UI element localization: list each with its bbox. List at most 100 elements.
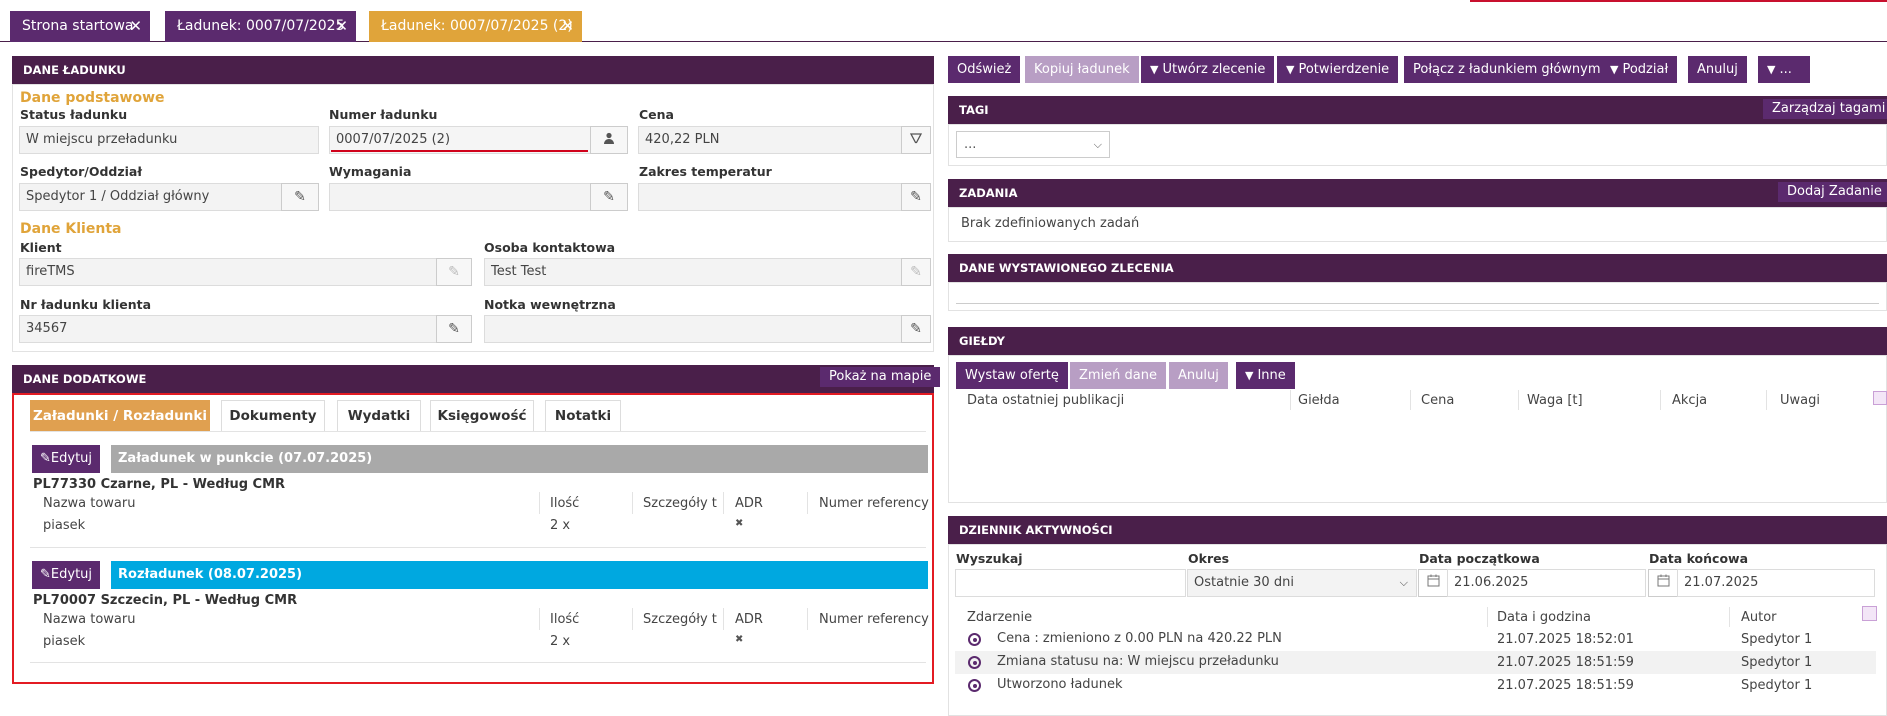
edit-icon: ✎ xyxy=(901,258,931,286)
tab-home[interactable]: Strona startowa ✕ xyxy=(10,11,150,42)
column-separator xyxy=(807,608,808,630)
period-select[interactable]: Ostatnie 30 dni ⌵ xyxy=(1187,569,1417,597)
contact-field: Test Test xyxy=(484,258,903,286)
adr-no-icon: ✖ xyxy=(735,518,744,529)
quantity: 2 x xyxy=(550,634,571,649)
bullet-icon xyxy=(968,633,981,646)
close-icon[interactable]: ✕ xyxy=(129,11,142,42)
bullet-icon xyxy=(968,656,981,669)
close-icon[interactable]: ✕ xyxy=(561,11,574,42)
log-author: Spedytor 1 xyxy=(1741,655,1813,670)
cancel-button[interactable]: Anuluj xyxy=(1688,56,1747,83)
merge-button[interactable]: Połącz z ładunkiem głównym xyxy=(1404,56,1610,83)
unloading-address: PL70007 Szczecin, PL - Według CMR xyxy=(33,593,298,608)
manage-tags-button[interactable]: Zarządzaj tagami xyxy=(1763,99,1887,119)
section-header-tasks: ZADANIA xyxy=(948,179,1887,207)
issued-order-line xyxy=(956,303,1879,304)
column-separator xyxy=(723,608,724,630)
tab-load-2-active[interactable]: Ładunek: 0007/07/2025 (2) ✕ xyxy=(369,11,582,42)
edit-icon[interactable]: ✎ xyxy=(436,315,472,343)
change-data-button: Zmień dane xyxy=(1070,362,1167,389)
create-order-label: Utwórz zlecenie xyxy=(1162,62,1266,77)
edit-icon[interactable]: ✎ xyxy=(590,183,628,211)
status-label: Status ładunku xyxy=(20,107,128,122)
period-label: Okres xyxy=(1188,551,1230,566)
log-author: Spedytor 1 xyxy=(1741,678,1813,693)
status-field: W miejscu przeładunku xyxy=(19,126,319,154)
settings-icon[interactable] xyxy=(1862,606,1877,621)
calendar-icon[interactable] xyxy=(1648,569,1678,597)
col-quantity: Ilość xyxy=(550,496,580,511)
start-date-input[interactable]: 21.06.2025 xyxy=(1447,569,1646,597)
column-separator xyxy=(632,608,633,630)
filter-icon[interactable] xyxy=(901,126,931,154)
person-icon[interactable] xyxy=(590,126,628,154)
edit-icon[interactable]: ✎ xyxy=(281,183,319,211)
client-field: fireTMS xyxy=(19,258,437,286)
confirmation-label: Potwierdzenie xyxy=(1298,62,1390,77)
calendar-icon[interactable] xyxy=(1418,569,1448,597)
tab-loadings[interactable]: Załadunki / Rozładunki xyxy=(30,400,210,432)
tab-label: Ładunek: 0007/07/2025 (2) xyxy=(381,18,573,34)
edit-icon[interactable]: ✎ xyxy=(901,183,931,211)
search-input[interactable] xyxy=(955,569,1186,597)
edit-stop-button[interactable]: ✎Edytuj xyxy=(32,561,101,589)
client-number-field: 34567 xyxy=(19,315,437,343)
section-header-tags: TAGI xyxy=(948,96,1887,124)
edit-icon: ✎ xyxy=(40,567,51,582)
stop-divider xyxy=(30,662,926,663)
loading-header: Załadunek w punkcie (07.07.2025) xyxy=(111,445,928,473)
chevron-down-icon: ▼ xyxy=(1610,63,1619,76)
edit-icon: ✎ xyxy=(40,451,51,466)
price-field: 420,22 PLN xyxy=(638,126,903,154)
show-on-map-button[interactable]: Pokaż na mapie xyxy=(820,367,941,387)
end-date-label: Data końcowa xyxy=(1649,551,1749,566)
tab-documents[interactable]: Dokumenty xyxy=(221,400,325,432)
confirmation-button[interactable]: ▼ Potwierdzenie xyxy=(1277,56,1399,83)
more-button[interactable]: ▼... xyxy=(1758,56,1810,83)
issued-order-panel xyxy=(948,282,1887,311)
tab-accounting[interactable]: Księgowość xyxy=(430,400,534,432)
log-row: Utworzono ładunek 21.07.2025 18:51:59 Sp… xyxy=(955,674,1876,697)
tab-notes[interactable]: Notatki xyxy=(545,400,621,432)
temperature-label: Zakres temperatur xyxy=(639,164,772,179)
temperature-field xyxy=(638,183,903,211)
subtab-divider xyxy=(30,431,926,432)
tags-select[interactable]: ... ⌵ xyxy=(956,131,1110,158)
other-button[interactable]: ▼ Inne xyxy=(1236,362,1295,389)
chevron-down-icon: ▼ xyxy=(1286,63,1295,76)
edit-label: Edytuj xyxy=(50,567,93,582)
col-goods-name: Nazwa towaru xyxy=(43,496,136,511)
tab-label: Ładunek: 0007/07/2025 xyxy=(177,18,345,34)
refresh-button[interactable]: Odśwież xyxy=(948,56,1021,83)
log-event: Zmiana statusu na: W miejscu przeładunku xyxy=(997,654,1279,669)
edit-icon[interactable]: ✎ xyxy=(901,315,931,343)
column-separator xyxy=(807,492,808,514)
split-label: Podział xyxy=(1622,62,1669,77)
section-header-issued-order: DANE WYSTAWIONEGO ZLECENIA xyxy=(948,254,1887,282)
column-separator xyxy=(1487,607,1488,627)
column-separator xyxy=(632,492,633,514)
post-offer-button[interactable]: Wystaw ofertę xyxy=(956,362,1068,389)
tab-bar: Strona startowa ✕ Ładunek: 0007/07/2025 … xyxy=(0,0,1887,42)
client-label: Klient xyxy=(20,240,62,255)
create-order-button[interactable]: ▼ Utwórz zlecenie xyxy=(1141,56,1275,83)
additional-data-panel xyxy=(12,393,934,684)
search-label: Wyszukaj xyxy=(956,551,1023,566)
note-field xyxy=(484,315,903,343)
tab-label: Strona startowa xyxy=(22,18,134,34)
other-label: Inne xyxy=(1257,368,1286,383)
edit-stop-button[interactable]: ✎Edytuj xyxy=(32,445,101,473)
close-icon[interactable]: ✕ xyxy=(335,11,348,42)
add-task-button[interactable]: Dodaj Zadanie xyxy=(1778,182,1887,202)
split-button[interactable]: ▼ Podział xyxy=(1601,56,1678,83)
goods-name: piasek xyxy=(43,518,86,533)
settings-icon[interactable] xyxy=(1873,391,1887,405)
end-date-input[interactable]: 21.07.2025 xyxy=(1677,569,1875,597)
chevron-down-icon: ▼ xyxy=(1767,63,1776,76)
bullet-icon xyxy=(968,679,981,692)
tags-select-value: ... xyxy=(964,137,977,152)
tab-expenses[interactable]: Wydatki xyxy=(337,400,421,432)
tab-load-1[interactable]: Ładunek: 0007/07/2025 ✕ xyxy=(165,11,356,42)
column-separator xyxy=(539,492,540,514)
